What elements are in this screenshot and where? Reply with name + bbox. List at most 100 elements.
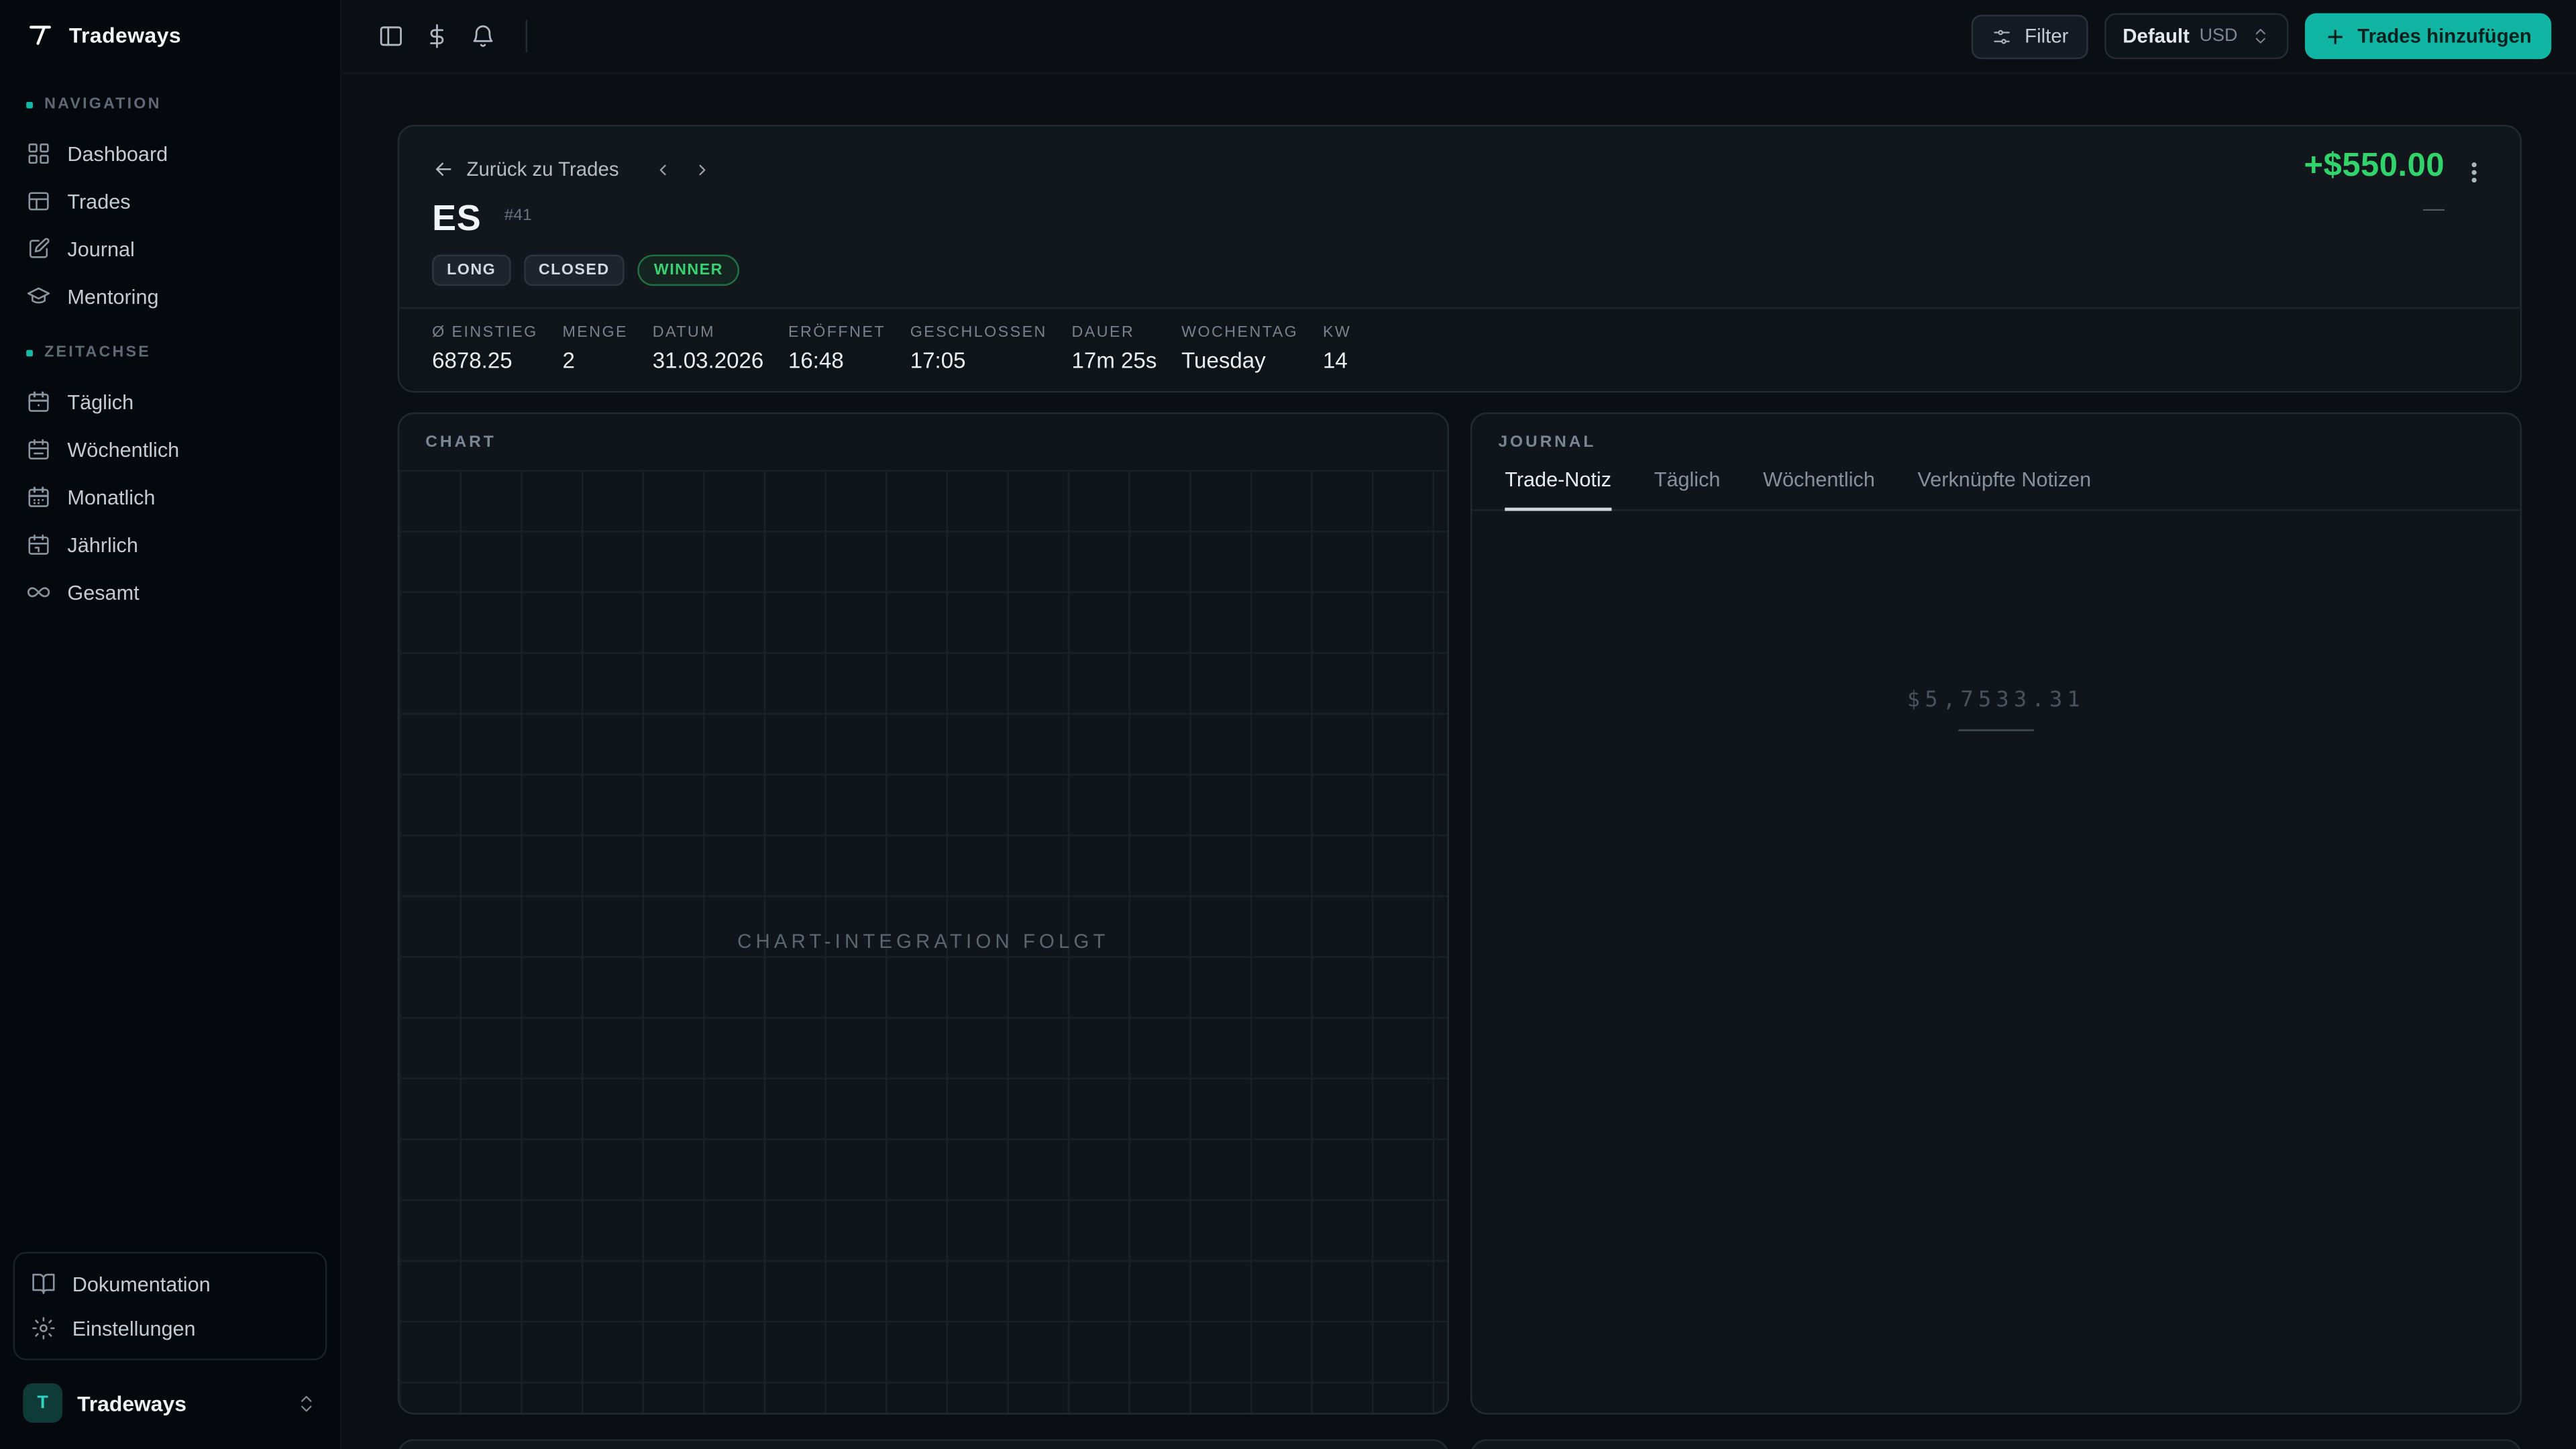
trade-badges: LONG CLOSED WINNER (432, 255, 2487, 286)
badge-closed: CLOSED (524, 255, 625, 286)
sidebar-item-label: Gesamt (67, 581, 139, 604)
sidebar-toggle-button[interactable] (368, 13, 415, 60)
graduation-cap-icon (26, 284, 51, 309)
stat-duration: DAUER 17m 25s (1072, 324, 1157, 373)
infinity-icon (26, 580, 51, 604)
account-select[interactable]: Default USD (2104, 13, 2288, 60)
stat-label: ERÖFFNET (788, 324, 885, 342)
sidebar-nav: NAVIGATION Dashboard Trades Journal Ment… (0, 72, 340, 616)
stat-value: 16:48 (788, 349, 885, 374)
stat-value: 6878.25 (432, 349, 538, 374)
sidebar-item-label: Dokumentation (72, 1273, 211, 1295)
add-trades-label: Trades hinzufügen (2357, 25, 2532, 48)
stat-value: Tuesday (1181, 349, 1298, 374)
tab-taeglich[interactable]: Täglich (1654, 468, 1721, 511)
sidebar-item-einstellungen[interactable]: Einstellungen (15, 1306, 325, 1350)
topbar: Filter Default USD Trades hinzufügen (341, 0, 2576, 74)
pen-square-icon (26, 237, 51, 262)
sidebar-item-label: Wöchentlich (67, 438, 179, 461)
sidebar-item-label: Täglich (67, 390, 133, 413)
stat-value: 2 (562, 349, 628, 374)
arrow-left-icon (432, 158, 455, 180)
brand: Tradeways (0, 0, 340, 72)
sidebar-footer: Dokumentation Einstellungen T Tradeways (0, 1239, 340, 1449)
brand-name: Tradeways (69, 23, 181, 48)
trade-detail-card: Zurück zu Trades +$550.00 (398, 125, 2522, 393)
tab-verknuepfte-notizen[interactable]: Verknüpfte Notizen (1918, 468, 2092, 511)
journal-panel-title: JOURNAL (1472, 415, 2520, 466)
topbar-divider (526, 19, 527, 52)
section-label-navigation: NAVIGATION (0, 95, 340, 113)
nav-section-navigation: NAVIGATION Dashboard Trades Journal Ment… (0, 95, 340, 321)
next-trade-button[interactable] (684, 151, 720, 187)
journal-tabs: Trade-Notiz Täglich Wöchentlich Verknüpf… (1472, 466, 2520, 512)
sidebar-item-mentoring[interactable]: Mentoring (0, 273, 340, 321)
filter-button[interactable]: Filter (1972, 14, 2088, 58)
calendar-year-icon (26, 532, 51, 557)
trade-header-row: Zurück zu Trades (432, 151, 2487, 187)
sidebar-item-woechentlich[interactable]: Wöchentlich (0, 425, 340, 473)
chevron-right-icon (692, 158, 714, 180)
journal-balance-watermark: $5,7533.31 (1907, 689, 2085, 714)
add-trades-button[interactable]: Trades hinzufügen (2305, 13, 2551, 60)
nav-section-zeitachse: ZEITACHSE Täglich Wöchentlich Monatlich … (0, 343, 340, 616)
below-fold-card-left (398, 1440, 1449, 1449)
sidebar-footer-box: Dokumentation Einstellungen (13, 1252, 327, 1360)
panels-row: CHART CHART-INTEGRATION FOLGT JOURNAL Tr… (398, 413, 2522, 1415)
sidebar-item-journal[interactable]: Journal (0, 225, 340, 273)
stat-weekday: WOCHENTAG Tuesday (1181, 324, 1298, 373)
sidebar-item-monatlich[interactable]: Monatlich (0, 473, 340, 521)
sidebar-item-gesamt[interactable]: Gesamt (0, 568, 340, 616)
stat-entry: Ø EINSTIEG 6878.25 (432, 324, 538, 373)
tab-woechentlich[interactable]: Wöchentlich (1763, 468, 1875, 511)
book-open-icon (32, 1272, 56, 1297)
sidebar-item-taeglich[interactable]: Täglich (0, 378, 340, 425)
filter-sliders-icon (1992, 25, 2013, 47)
trade-pnl-value: +$550.00 (2304, 148, 2445, 185)
back-to-trades-link[interactable]: Zurück zu Trades (432, 158, 619, 180)
sidebar-item-label: Jährlich (67, 533, 138, 556)
workspace-switcher[interactable]: T Tradeways (13, 1377, 327, 1429)
app-root: Tradeways NAVIGATION Dashboard Trades (0, 0, 2576, 1449)
previous-trade-button[interactable] (645, 151, 682, 187)
sidebar-item-jaehrlich[interactable]: Jährlich (0, 521, 340, 568)
tab-trade-notiz[interactable]: Trade-Notiz (1505, 468, 1611, 511)
tradeways-logo-icon (26, 21, 54, 50)
calendar-month-icon (26, 484, 51, 509)
sidebar-item-label: Journal (67, 237, 134, 260)
trade-menu-button[interactable] (2451, 150, 2498, 196)
section-label-text: NAVIGATION (44, 95, 161, 113)
journal-balance-field[interactable]: $5,7533.31 (1907, 689, 2085, 732)
below-fold-card-right (1470, 1440, 2522, 1449)
account-select-name: Default (2123, 25, 2190, 48)
sidebar-item-label: Mentoring (67, 285, 158, 308)
sidebar-item-label: Einstellungen (72, 1317, 196, 1340)
stat-label: DAUER (1072, 324, 1157, 342)
sidebar-item-dashboard[interactable]: Dashboard (0, 129, 340, 177)
sidebar-item-trades[interactable]: Trades (0, 177, 340, 225)
stat-value: 14 (1323, 349, 1351, 374)
currency-button[interactable] (414, 13, 460, 60)
trade-title-row: ES #41 (432, 199, 2487, 238)
stat-closed: GESCHLOSSEN 17:05 (910, 324, 1047, 373)
trade-pnl-block: +$550.00 — (2304, 148, 2445, 220)
sidebar-item-label: Trades (67, 190, 130, 213)
stat-label: WOCHENTAG (1181, 324, 1298, 342)
more-vertical-icon (2461, 160, 2487, 186)
journal-panel: JOURNAL Trade-Notiz Täglich Wöchentlich … (1470, 413, 2522, 1415)
gear-icon (32, 1316, 56, 1341)
section-bullet (26, 101, 33, 108)
dashboard-grid-icon (26, 142, 51, 166)
stat-value: 31.03.2026 (653, 349, 763, 374)
stat-label: GESCHLOSSEN (910, 324, 1047, 342)
chevrons-up-down-icon (296, 1393, 317, 1414)
notifications-button[interactable] (460, 13, 506, 60)
stat-label: Ø EINSTIEG (432, 324, 538, 342)
badge-long: LONG (432, 255, 511, 286)
stat-calendar-week: KW 14 (1323, 324, 1351, 373)
sidebar-item-dokumentation[interactable]: Dokumentation (15, 1262, 325, 1306)
stat-date: DATUM 31.03.2026 (653, 324, 763, 373)
calendar-week-icon (26, 437, 51, 462)
chart-grid: CHART-INTEGRATION FOLGT (399, 470, 1447, 1413)
chevron-left-icon (653, 158, 674, 180)
